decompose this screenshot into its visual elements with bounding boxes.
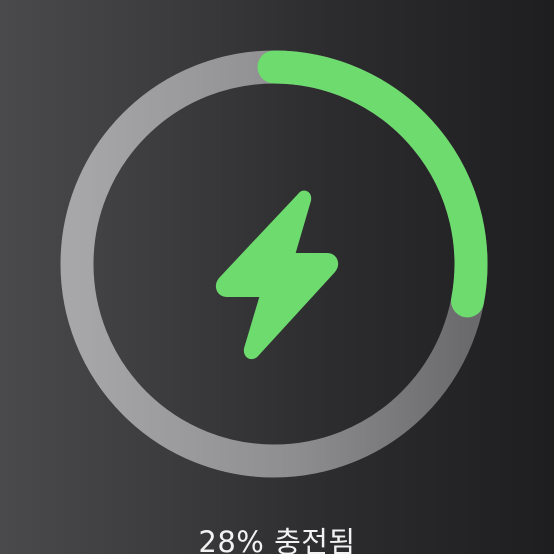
charging-indicator: 28% 충전됨 bbox=[0, 0, 554, 554]
battery-ring bbox=[60, 50, 488, 478]
battery-status-label: 28% 충전됨 bbox=[198, 525, 356, 554]
lightning-bolt-icon bbox=[215, 190, 339, 360]
